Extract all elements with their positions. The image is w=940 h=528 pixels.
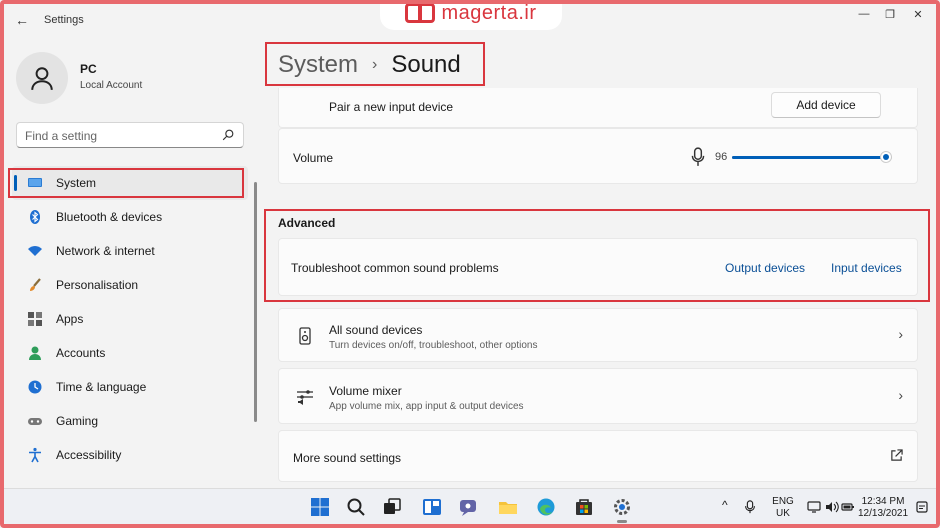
profile-account-type: Local Account (80, 80, 143, 91)
chevron-right-icon: › (898, 387, 903, 403)
tray-overflow-chevron-icon[interactable]: ^ (722, 499, 728, 511)
pair-input-device-card: Pair a new input device Add device (278, 88, 918, 128)
user-icon (31, 67, 53, 91)
back-arrow-icon[interactable]: ← (12, 10, 32, 30)
active-app-indicator (617, 520, 627, 523)
clock-time[interactable]: 12:34 PM (858, 496, 908, 508)
all-sound-devices-label: All sound devices (329, 323, 423, 337)
volume-slider[interactable] (732, 151, 892, 163)
edge-browser-icon[interactable] (534, 495, 558, 519)
chevron-right-icon: › (898, 326, 903, 342)
pair-input-label: Pair a new input device (329, 100, 454, 114)
settings-window: ← Settings — ❐ ✕ PC Local Account System… (4, 4, 936, 488)
profile-name: PC (80, 62, 97, 76)
volume-slider-thumb[interactable] (879, 151, 892, 163)
add-device-button[interactable]: Add device (771, 92, 881, 118)
store-icon[interactable] (572, 495, 596, 519)
clock-date[interactable]: 12/13/2021 (858, 508, 908, 520)
sidebar-item-bluetooth[interactable]: Bluetooth & devices (12, 200, 248, 234)
watermark-logo-icon (405, 3, 436, 23)
brush-icon (26, 276, 44, 294)
sidebar-item-label: Time & language (56, 380, 147, 394)
sidebar-item-label: Accounts (56, 346, 106, 360)
volume-tray-icon[interactable] (824, 499, 840, 515)
highlight-box-advanced (264, 209, 930, 302)
sidebar-item-network[interactable]: Network & internet (12, 234, 248, 268)
accessibility-icon (26, 446, 44, 464)
all-sound-devices-subtitle: Turn devices on/off, troubleshoot, other… (329, 340, 538, 351)
volume-value: 96 (715, 151, 728, 163)
start-icon[interactable] (308, 495, 332, 519)
speaker-icon (295, 326, 315, 346)
sidebar-item-label: Gaming (56, 414, 99, 428)
taskbar: ^ ENG UK 12:34 PM 12/13/2021 (4, 488, 936, 524)
external-link-icon (891, 449, 903, 461)
search-box[interactable] (16, 122, 244, 148)
mixer-icon (295, 387, 315, 407)
sidebar-item-personalisation[interactable]: Personalisation (12, 268, 248, 302)
sidebar-nav: System Bluetooth & devices Network & int… (12, 166, 248, 472)
minimize-button[interactable]: — (852, 6, 876, 22)
globe-clock-icon (26, 378, 44, 396)
notification-icon[interactable] (914, 499, 930, 515)
input-language-line2[interactable]: UK (768, 508, 798, 520)
volume-mixer-card[interactable]: Volume mixer App volume mix, app input &… (278, 368, 918, 424)
avatar (16, 52, 68, 104)
settings-gear-icon[interactable] (610, 495, 634, 519)
chat-icon[interactable] (456, 495, 480, 519)
sidebar-item-time-language[interactable]: Time & language (12, 370, 248, 404)
close-button[interactable]: ✕ (906, 6, 930, 22)
all-sound-devices-card[interactable]: All sound devices Turn devices on/off, t… (278, 308, 918, 362)
sidebar-item-accessibility[interactable]: Accessibility (12, 438, 248, 472)
volume-slider-fill (732, 156, 886, 159)
sidebar-item-apps[interactable]: Apps (12, 302, 248, 336)
watermark-banner: magerta.ir (380, 0, 562, 30)
sidebar-item-gaming[interactable]: Gaming (12, 404, 248, 438)
battery-icon[interactable] (840, 499, 856, 515)
bluetooth-icon (26, 208, 44, 226)
network-status-icon[interactable] (806, 499, 822, 515)
widgets-icon[interactable] (420, 495, 444, 519)
file-explorer-icon[interactable] (496, 495, 520, 519)
user-profile[interactable]: PC Local Account (16, 48, 256, 108)
highlight-box-system (8, 168, 244, 198)
volume-mixer-subtitle: App volume mix, app input & output devic… (329, 401, 524, 412)
gamepad-icon (26, 412, 44, 430)
apps-icon (26, 310, 44, 328)
search-icon[interactable] (221, 128, 235, 142)
search-icon[interactable] (344, 495, 368, 519)
app-title: Settings (44, 14, 84, 26)
sidebar-item-label: Bluetooth & devices (56, 210, 163, 224)
input-language-line1[interactable]: ENG (768, 496, 798, 508)
sidebar-scrollbar[interactable] (254, 182, 257, 422)
sidebar-item-label: Network & internet (56, 244, 155, 258)
wifi-icon (26, 242, 44, 260)
microphone-icon[interactable] (691, 147, 705, 167)
sidebar-item-label: Personalisation (56, 278, 139, 292)
volume-mixer-label: Volume mixer (329, 384, 402, 398)
maximize-button[interactable]: ❐ (878, 6, 902, 22)
volume-label: Volume (293, 151, 334, 165)
more-sound-settings-card[interactable]: More sound settings (278, 430, 918, 482)
sidebar-item-label: Apps (56, 312, 84, 326)
tray-microphone-icon[interactable] (742, 499, 758, 515)
account-icon (26, 344, 44, 362)
highlight-box-breadcrumb (265, 42, 485, 86)
sidebar-item-label: Accessibility (56, 448, 122, 462)
search-input[interactable] (25, 127, 215, 144)
sidebar-item-accounts[interactable]: Accounts (12, 336, 248, 370)
more-sound-settings-label: More sound settings (293, 451, 402, 465)
task-view-icon[interactable] (380, 495, 404, 519)
watermark-text: magerta.ir (441, 1, 537, 24)
